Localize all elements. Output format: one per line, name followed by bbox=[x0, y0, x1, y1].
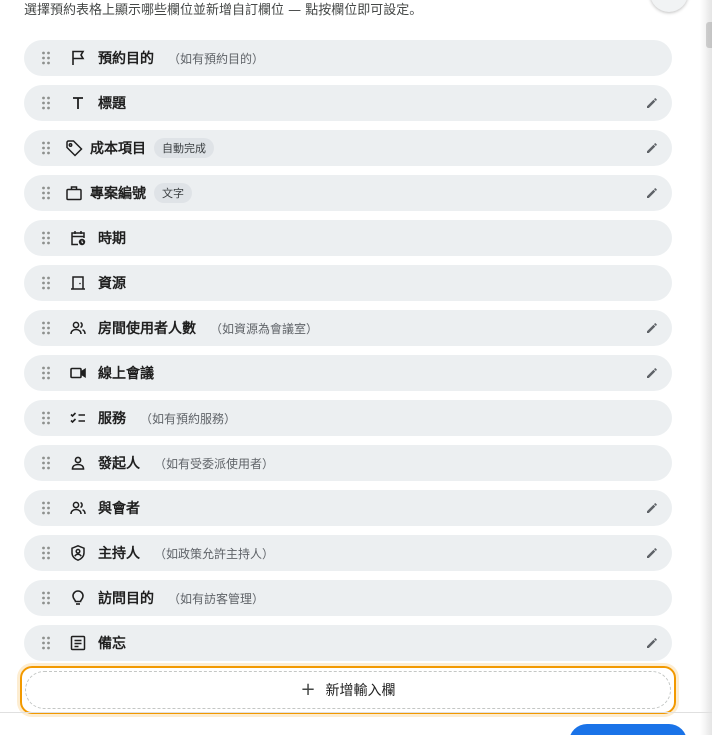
field-row[interactable]: 預約目的 （如有預約目的） bbox=[24, 40, 672, 76]
scrollbar-thumb[interactable] bbox=[706, 22, 712, 48]
edit-pencil-icon[interactable] bbox=[644, 365, 660, 381]
edit-pencil-icon[interactable] bbox=[644, 320, 660, 336]
field-label: 服務 bbox=[98, 411, 126, 427]
field-row[interactable]: 資源 bbox=[24, 265, 672, 301]
field-type-chip: 自動完成 bbox=[154, 138, 214, 158]
field-label: 專案編號 bbox=[90, 186, 146, 202]
add-field-label: 新增輸入欄 bbox=[325, 683, 396, 699]
drag-handle-icon[interactable] bbox=[24, 636, 68, 650]
drag-handle-icon[interactable] bbox=[24, 276, 68, 290]
field-row[interactable]: 訪問目的 （如有訪客管理） bbox=[24, 580, 672, 616]
add-field-focus-ring: + 新增輸入欄 bbox=[20, 666, 676, 714]
field-row[interactable]: 線上會議 bbox=[24, 355, 672, 391]
edit-pencil-icon[interactable] bbox=[644, 140, 660, 156]
field-label: 成本項目 bbox=[90, 141, 146, 157]
checklist-icon bbox=[68, 408, 88, 428]
field-label: 時期 bbox=[98, 231, 126, 247]
field-row[interactable]: 備忘 bbox=[24, 625, 672, 661]
footer-divider bbox=[0, 712, 712, 713]
lightbulb-icon bbox=[68, 588, 88, 608]
save-button[interactable] bbox=[569, 724, 687, 735]
edit-pencil-icon[interactable] bbox=[644, 500, 660, 516]
field-row[interactable]: 房間使用者人數 （如資源為會議室） bbox=[24, 310, 672, 346]
notes-icon bbox=[68, 633, 88, 653]
field-row[interactable]: 與會者 bbox=[24, 490, 672, 526]
add-field-button[interactable]: + 新增輸入欄 bbox=[25, 671, 671, 709]
drag-handle-icon[interactable] bbox=[24, 51, 68, 65]
drag-handle-icon[interactable] bbox=[24, 186, 68, 200]
text-icon bbox=[68, 93, 88, 113]
drag-handle-icon[interactable] bbox=[24, 411, 68, 425]
field-hint: （如資源為會議室） bbox=[210, 321, 319, 336]
field-label: 房間使用者人數 bbox=[98, 321, 196, 337]
drag-handle-icon[interactable] bbox=[24, 501, 68, 515]
field-row[interactable]: 發起人 （如有受委派使用者） bbox=[24, 445, 672, 481]
field-list: 預約目的 （如有預約目的） 標題 成本項目 自動完成 專案編號 文字 時期 資源 房間使用者人數（… bbox=[24, 40, 672, 670]
person-icon bbox=[68, 453, 88, 473]
drag-handle-icon[interactable] bbox=[24, 321, 68, 335]
edit-pencil-icon[interactable] bbox=[644, 545, 660, 561]
edit-pencil-icon[interactable] bbox=[644, 185, 660, 201]
field-label: 發起人 bbox=[98, 456, 140, 472]
field-label: 預約目的 bbox=[98, 51, 154, 67]
field-label: 備忘 bbox=[98, 636, 126, 652]
drag-handle-icon[interactable] bbox=[24, 546, 68, 560]
field-hint: （如有訪客管理） bbox=[168, 591, 265, 606]
door-icon bbox=[68, 273, 88, 293]
field-hint: （如有受委派使用者） bbox=[154, 456, 275, 471]
intro-text: 選擇預約表格上顯示哪些欄位並新增自訂欄位 — 點按欄位即可設定。 bbox=[24, 3, 423, 18]
edit-pencil-icon[interactable] bbox=[644, 635, 660, 651]
drag-handle-icon[interactable] bbox=[24, 591, 68, 605]
drag-handle-icon[interactable] bbox=[24, 141, 68, 155]
field-type-chip: 文字 bbox=[154, 183, 192, 203]
briefcase-icon bbox=[64, 183, 84, 203]
edit-pencil-icon[interactable] bbox=[644, 95, 660, 111]
people-icon bbox=[68, 318, 88, 338]
drag-handle-icon[interactable] bbox=[24, 366, 68, 380]
field-row[interactable]: 標題 bbox=[24, 85, 672, 121]
field-label: 標題 bbox=[98, 96, 126, 112]
field-row[interactable]: 時期 bbox=[24, 220, 672, 256]
field-label: 線上會議 bbox=[98, 366, 154, 382]
field-label: 訪問目的 bbox=[98, 591, 154, 607]
field-hint: （如有預約目的） bbox=[168, 51, 265, 66]
field-row[interactable]: 專案編號 文字 bbox=[24, 175, 672, 211]
calendar-clock-icon bbox=[68, 228, 88, 248]
drag-handle-icon[interactable] bbox=[24, 96, 68, 110]
drag-handle-icon[interactable] bbox=[24, 231, 68, 245]
field-hint: （如有預約服務） bbox=[140, 411, 237, 426]
field-row[interactable]: 服務 （如有預約服務） bbox=[24, 400, 672, 436]
video-icon bbox=[68, 363, 88, 383]
plus-icon: + bbox=[300, 679, 316, 700]
panel-edge-shadow bbox=[700, 0, 712, 735]
drag-handle-icon[interactable] bbox=[24, 456, 68, 470]
shield-person-icon bbox=[68, 543, 88, 563]
field-label: 主持人 bbox=[98, 546, 140, 562]
field-label: 與會者 bbox=[98, 501, 140, 517]
field-row[interactable]: 主持人 （如政策允許主持人） bbox=[24, 535, 672, 571]
field-label: 資源 bbox=[98, 276, 126, 292]
people-icon bbox=[68, 498, 88, 518]
field-hint: （如政策允許主持人） bbox=[154, 546, 275, 561]
settings-panel: 選擇預約表格上顯示哪些欄位並新增自訂欄位 — 點按欄位即可設定。 預約目的 （如有… bbox=[0, 0, 712, 735]
close-button[interactable] bbox=[650, 0, 688, 12]
field-row[interactable]: 成本項目 自動完成 bbox=[24, 130, 672, 166]
flag-icon bbox=[68, 48, 88, 68]
tag-icon bbox=[64, 138, 84, 158]
